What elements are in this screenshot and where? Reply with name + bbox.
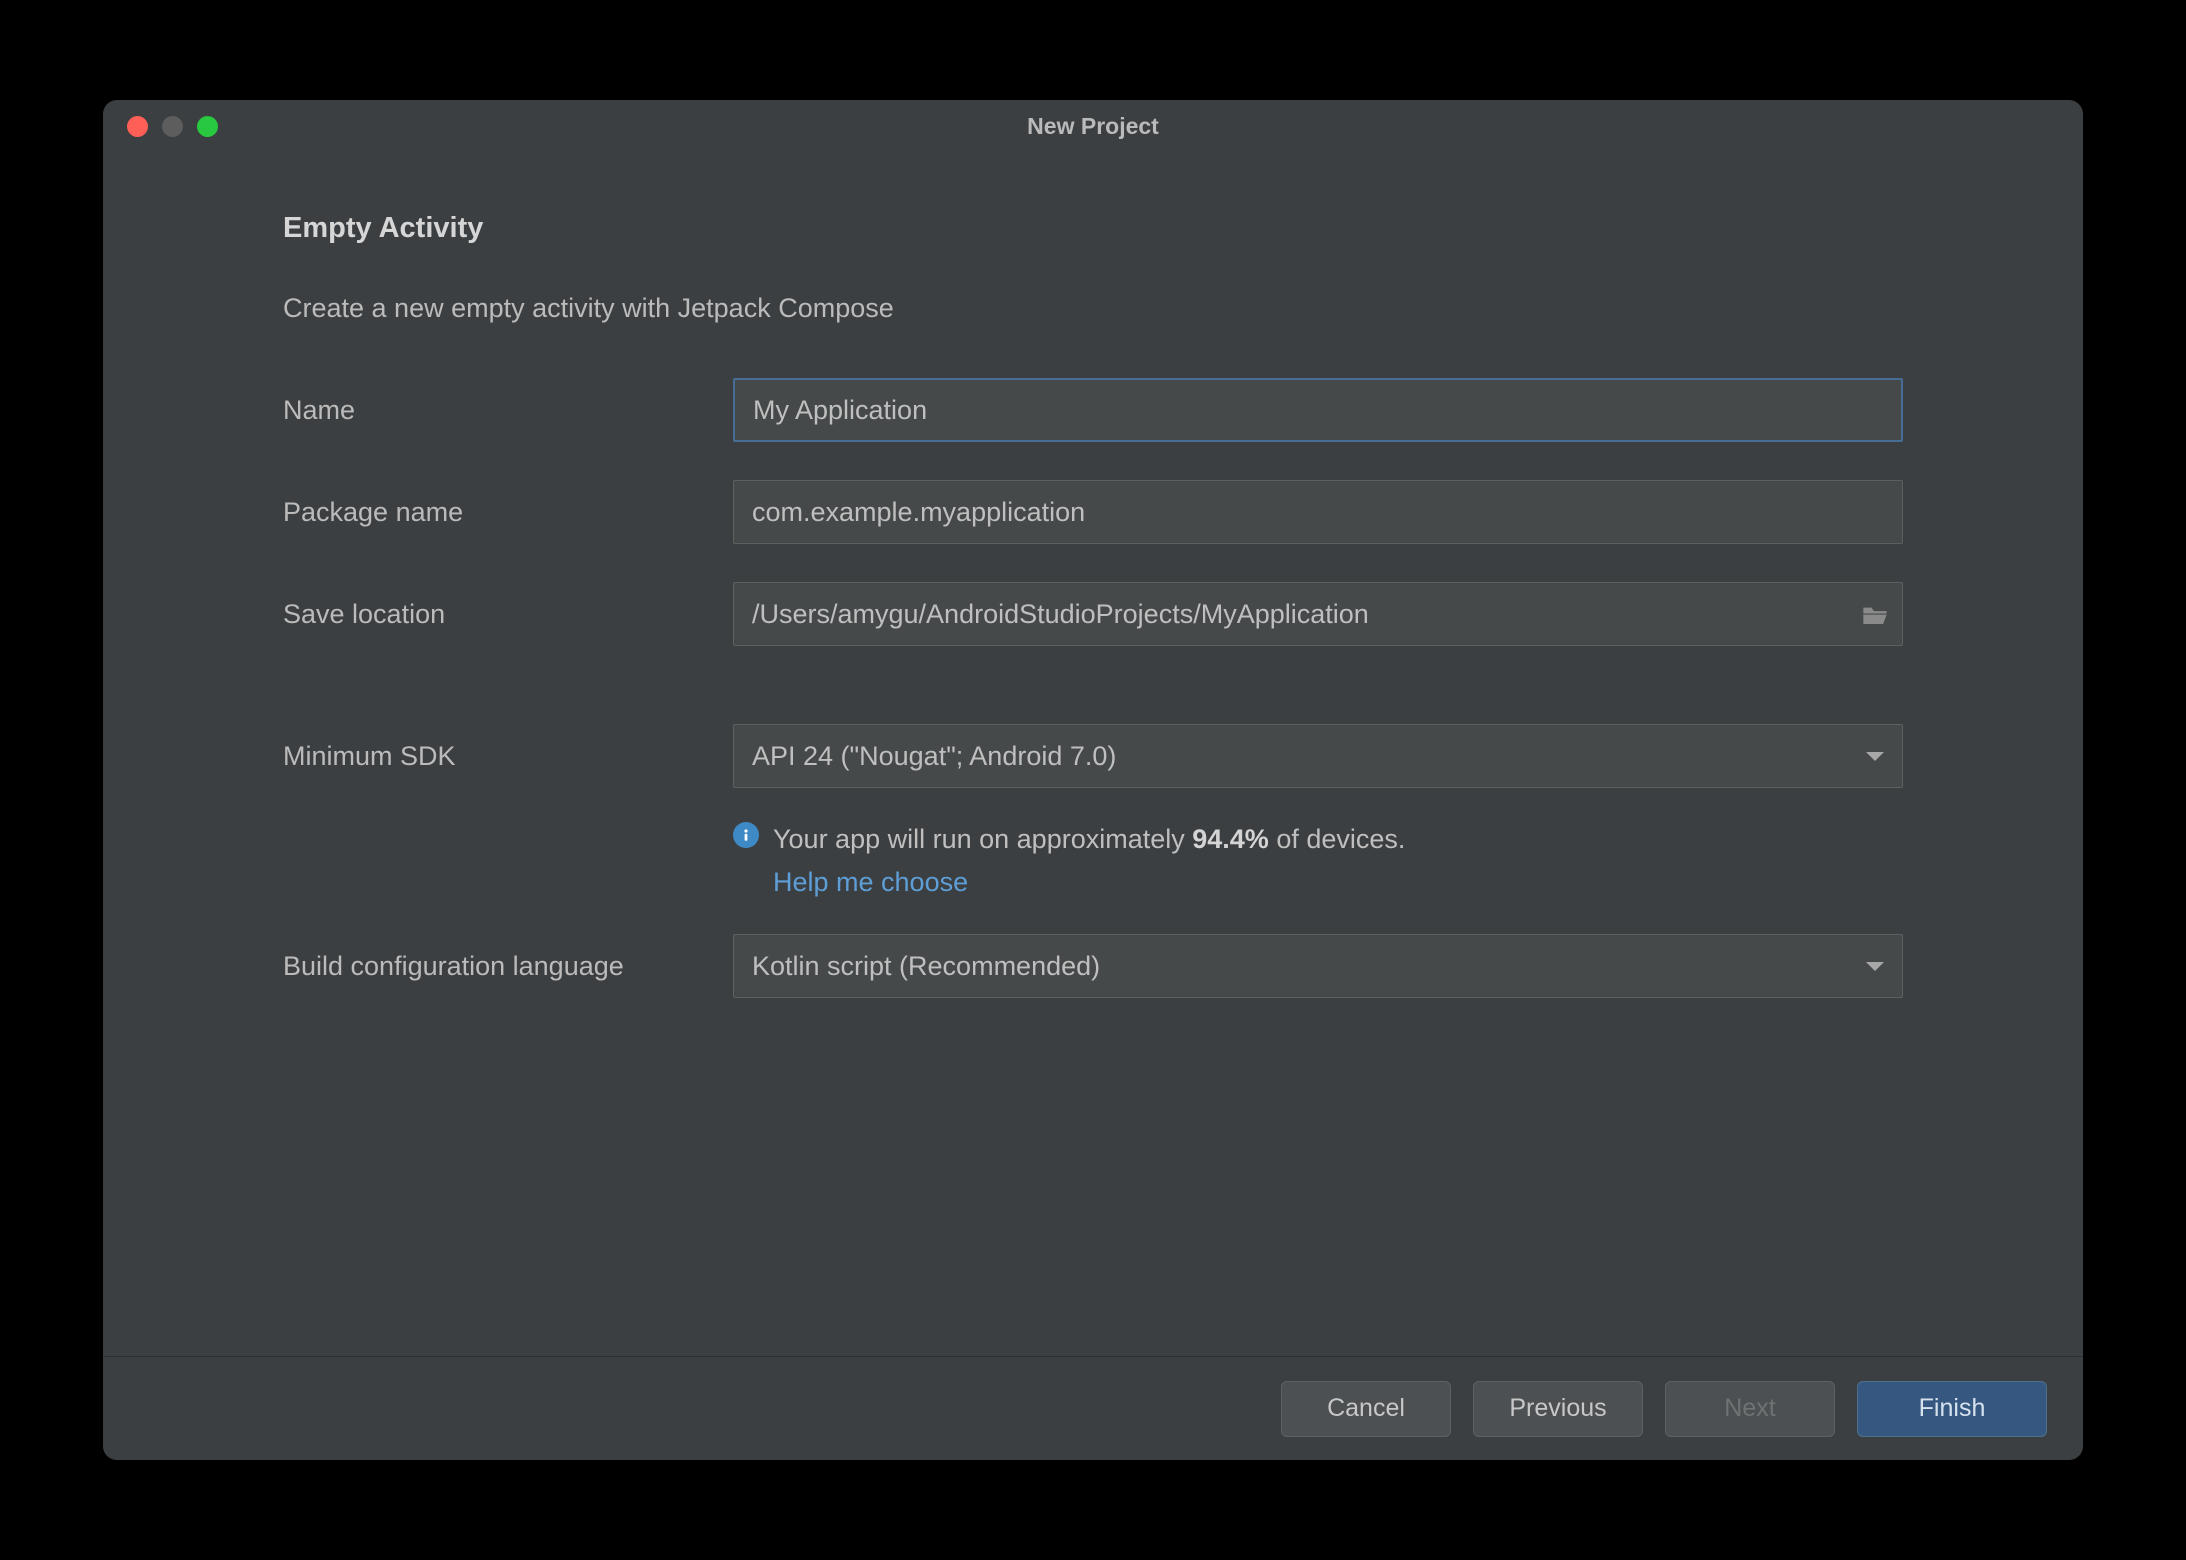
content-area: Empty Activity Create a new empty activi… bbox=[103, 152, 2083, 1356]
cancel-button[interactable]: Cancel bbox=[1281, 1381, 1451, 1437]
buildcfg-row: Build configuration language Kotlin scri… bbox=[283, 934, 1903, 998]
previous-button[interactable]: Previous bbox=[1473, 1381, 1643, 1437]
minimize-window-button[interactable] bbox=[162, 116, 183, 137]
page-subheading: Create a new empty activity with Jetpack… bbox=[283, 293, 1903, 324]
name-row: Name bbox=[283, 378, 1903, 442]
minsdk-select[interactable]: API 24 ("Nougat"; Android 7.0) bbox=[733, 724, 1903, 788]
sdk-info-text: Your app will run on approximately 94.4%… bbox=[773, 818, 1405, 861]
titlebar: New Project bbox=[103, 100, 2083, 152]
minsdk-value: API 24 ("Nougat"; Android 7.0) bbox=[752, 741, 1116, 772]
package-input[interactable] bbox=[733, 480, 1903, 544]
name-input[interactable] bbox=[733, 378, 1903, 442]
chevron-down-icon bbox=[1866, 962, 1884, 971]
new-project-window: New Project Empty Activity Create a new … bbox=[103, 100, 2083, 1460]
buildcfg-select[interactable]: Kotlin script (Recommended) bbox=[733, 934, 1903, 998]
package-row: Package name bbox=[283, 480, 1903, 544]
name-label: Name bbox=[283, 395, 733, 426]
info-icon bbox=[733, 822, 759, 848]
traffic-lights bbox=[103, 116, 218, 137]
buildcfg-value: Kotlin script (Recommended) bbox=[752, 951, 1100, 982]
minsdk-row: Minimum SDK API 24 ("Nougat"; Android 7.… bbox=[283, 724, 1903, 788]
sdk-info: Your app will run on approximately 94.4%… bbox=[733, 818, 1903, 898]
next-button: Next bbox=[1665, 1381, 1835, 1437]
finish-button[interactable]: Finish bbox=[1857, 1381, 2047, 1437]
page-heading: Empty Activity bbox=[283, 212, 1903, 245]
location-label: Save location bbox=[283, 599, 733, 630]
window-title: New Project bbox=[103, 113, 2083, 140]
chevron-down-icon bbox=[1866, 752, 1884, 761]
maximize-window-button[interactable] bbox=[197, 116, 218, 137]
folder-open-icon[interactable] bbox=[1861, 603, 1889, 625]
package-label: Package name bbox=[283, 497, 733, 528]
dialog-footer: Cancel Previous Next Finish bbox=[103, 1356, 2083, 1460]
location-input[interactable] bbox=[733, 582, 1903, 646]
minsdk-label: Minimum SDK bbox=[283, 741, 733, 772]
help-me-choose-link[interactable]: Help me choose bbox=[773, 867, 1405, 898]
buildcfg-label: Build configuration language bbox=[283, 951, 733, 982]
close-window-button[interactable] bbox=[127, 116, 148, 137]
location-row: Save location bbox=[283, 582, 1903, 646]
